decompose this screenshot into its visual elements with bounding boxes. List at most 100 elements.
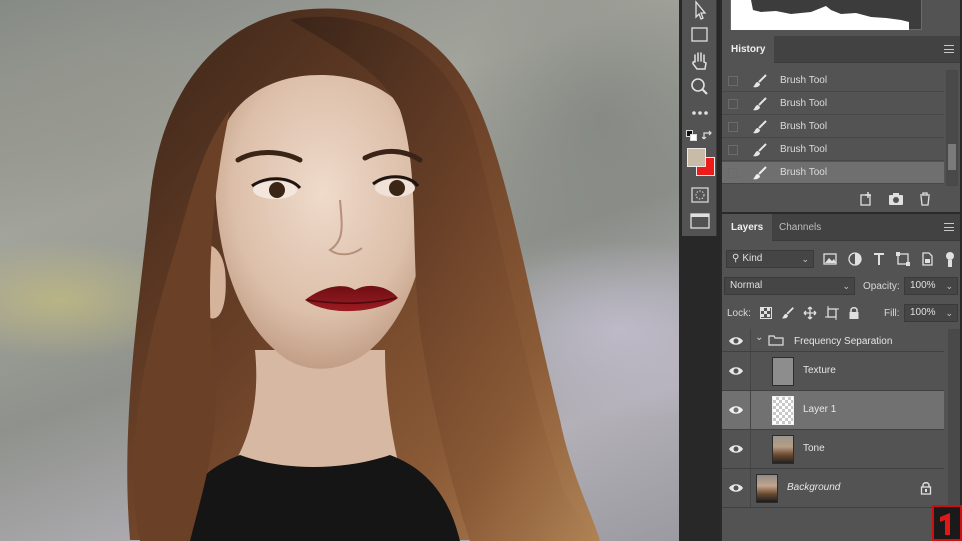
history-footer	[722, 187, 960, 212]
layers-list: ⌄ Frequency Separation Texture Layer 1 T…	[722, 329, 960, 541]
search-icon: ⚲	[732, 253, 740, 264]
brush-icon	[753, 97, 767, 111]
history-item[interactable]: Brush Tool	[722, 93, 944, 115]
blend-mode-value: Normal	[730, 280, 763, 291]
swap-colors-icon[interactable]	[701, 130, 714, 142]
chevron-down-icon: ⌄	[945, 308, 953, 318]
history-item[interactable]: Brush Tool	[722, 70, 944, 92]
eye-icon[interactable]	[728, 403, 744, 417]
layer-name: Background	[787, 482, 841, 493]
history-snapshot-checkbox[interactable]	[728, 122, 738, 132]
document-canvas[interactable]	[0, 0, 679, 541]
trash-icon[interactable]	[917, 192, 933, 206]
tab-history[interactable]: History	[722, 36, 775, 63]
history-snapshot-checkbox[interactable]	[728, 99, 738, 109]
history-snapshot-checkbox[interactable]	[728, 76, 738, 86]
lock-all-icon[interactable]	[848, 306, 860, 320]
transparent-layer-thumbnail	[772, 396, 794, 425]
right-panels: History Brush Tool Brush Tool Brush Tool…	[720, 0, 962, 541]
rectangle-marquee-icon[interactable]	[688, 24, 712, 46]
opacity-value: 100%	[910, 280, 936, 291]
history-scroll-thumb[interactable]	[948, 144, 956, 170]
lock-position-icon[interactable]	[803, 306, 817, 320]
visibility-column-divider	[750, 352, 751, 390]
eye-icon[interactable]	[728, 334, 744, 348]
camera-icon[interactable]	[888, 192, 904, 206]
layer-texture[interactable]: Texture	[722, 352, 944, 391]
history-snapshot-checkbox[interactable]	[728, 168, 738, 178]
pixel-layer-filter-icon[interactable]	[822, 251, 838, 267]
lock-transparent-pixels-icon[interactable]	[760, 307, 772, 319]
history-item[interactable]: Brush Tool	[722, 116, 944, 138]
logo-mark-icon	[940, 513, 950, 535]
chevron-down-icon: ⌄	[801, 254, 809, 264]
layer-name: Texture	[803, 365, 836, 376]
histogram-panel	[722, 0, 960, 36]
history-menu-icon[interactable]	[944, 45, 954, 53]
history-item-selected[interactable]: Brush Tool	[722, 162, 944, 184]
smart-object-filter-icon[interactable]	[919, 251, 935, 267]
layers-menu-icon[interactable]	[944, 223, 954, 231]
layer-group-frequency-separation[interactable]: ⌄ Frequency Separation	[722, 329, 944, 352]
fill-input[interactable]: 100% ⌄	[904, 304, 958, 322]
history-item[interactable]: Brush Tool	[722, 139, 944, 161]
type-layer-filter-icon[interactable]	[871, 251, 887, 267]
adjustment-layer-filter-icon[interactable]	[847, 251, 863, 267]
lock-label: Lock:	[727, 308, 751, 319]
history-item-label: Brush Tool	[780, 167, 828, 178]
histogram-plot	[731, 0, 909, 30]
brush-icon	[753, 120, 767, 134]
layer-background[interactable]: Background	[722, 469, 944, 508]
layer-name: Layer 1	[803, 404, 837, 415]
layer-thumbnail	[772, 357, 794, 386]
visibility-column-divider	[750, 329, 751, 351]
history-panel: History Brush Tool Brush Tool Brush Tool…	[722, 36, 960, 212]
lock-image-pixels-icon[interactable]	[781, 306, 795, 320]
channel-logo	[932, 505, 962, 541]
fill-value: 100%	[910, 307, 936, 318]
history-item-label: Brush Tool	[780, 144, 828, 155]
histogram-graph	[730, 0, 922, 30]
tools-strip	[682, 0, 717, 236]
brush-icon	[753, 74, 767, 88]
chevron-down-icon[interactable]: ⌄	[755, 332, 763, 343]
foreground-color-swatch[interactable]	[687, 148, 706, 167]
eye-icon[interactable]	[728, 481, 744, 495]
tab-channels[interactable]: Channels	[770, 214, 830, 241]
visibility-column-divider	[750, 430, 751, 468]
move-arrow-icon[interactable]	[688, 0, 712, 22]
default-colors-icon[interactable]	[686, 130, 698, 142]
screen-mode-icon[interactable]	[688, 210, 712, 232]
eye-icon[interactable]	[728, 364, 744, 378]
more-tools-icon[interactable]	[688, 102, 712, 124]
history-snapshot-checkbox[interactable]	[728, 145, 738, 155]
blend-mode-select[interactable]: Normal ⌄	[724, 277, 855, 295]
opacity-input[interactable]: 100% ⌄	[904, 277, 958, 295]
lock-artboard-icon[interactable]	[825, 306, 839, 320]
opacity-label: Opacity:	[863, 281, 900, 292]
shape-layer-filter-icon[interactable]	[895, 251, 911, 267]
hand-icon[interactable]	[688, 50, 712, 72]
layer-tone[interactable]: Tone	[722, 430, 944, 469]
lock-icon	[920, 482, 932, 495]
quick-mask-icon[interactable]	[688, 184, 712, 206]
brush-icon	[753, 143, 767, 157]
layer-filter-select[interactable]: ⚲ Kind ⌄	[726, 250, 814, 268]
layer-thumbnail	[756, 474, 778, 503]
visibility-column-divider	[750, 391, 751, 429]
new-document-from-state-icon[interactable]	[858, 192, 874, 206]
tools-panel	[679, 0, 720, 541]
filter-kind-value: Kind	[742, 253, 763, 264]
layer-layer-1[interactable]: Layer 1	[722, 391, 944, 430]
layer-thumbnail	[772, 435, 794, 464]
folder-icon	[768, 335, 784, 346]
history-item-label: Brush Tool	[780, 121, 828, 132]
filter-toggle-icon[interactable]	[942, 251, 958, 267]
zoom-icon[interactable]	[688, 76, 712, 98]
eye-icon[interactable]	[728, 442, 744, 456]
history-scrollbar[interactable]	[946, 70, 958, 186]
fill-label: Fill:	[884, 308, 900, 319]
tab-layers[interactable]: Layers	[722, 214, 773, 241]
history-tabbar: History	[722, 36, 960, 63]
chevron-down-icon: ⌄	[945, 281, 953, 291]
